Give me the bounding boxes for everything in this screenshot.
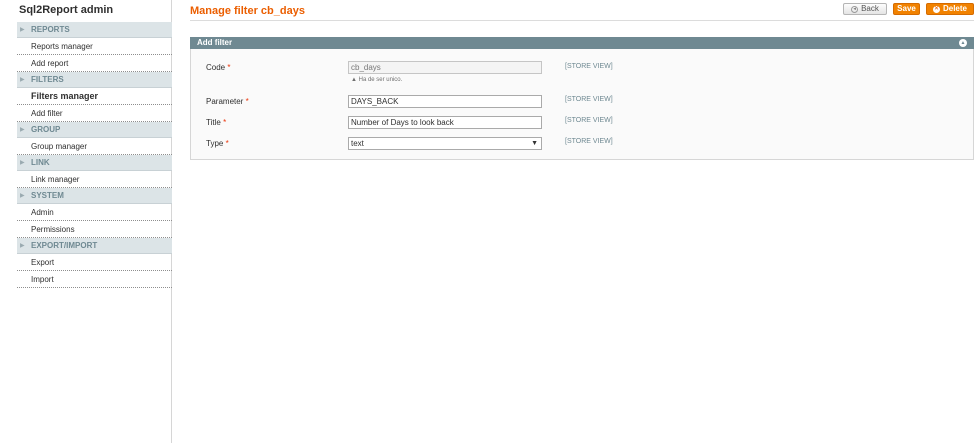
sidebar-section-group[interactable]: ▶ GROUP bbox=[17, 122, 172, 138]
sidebar-section-link[interactable]: ▶ LINK bbox=[17, 155, 172, 171]
title-scope: [STORE VIEW] bbox=[565, 117, 613, 124]
header-divider bbox=[190, 20, 974, 21]
section-arrow-icon: ▶ bbox=[20, 193, 25, 199]
sidebar-section-label: EXPORT/IMPORT bbox=[31, 241, 98, 250]
section-arrow-icon: ▶ bbox=[20, 243, 25, 249]
type-select[interactable]: text ▼ bbox=[348, 137, 542, 150]
sidebar-item-import[interactable]: Import bbox=[17, 271, 172, 288]
sidebar-item-group-manager[interactable]: Group manager bbox=[17, 138, 172, 155]
sidebar-section-system[interactable]: ▶ SYSTEM bbox=[17, 188, 172, 204]
sidebar-section-reports[interactable]: ▶ REPORTS bbox=[17, 22, 172, 38]
save-button[interactable]: Save bbox=[893, 3, 920, 15]
sidebar-section-export-import[interactable]: ▶ EXPORT/IMPORT bbox=[17, 238, 172, 254]
type-select-value: text bbox=[351, 139, 364, 148]
fieldset-header: Add filter ▲ bbox=[190, 37, 974, 49]
code-scope: [STORE VIEW] bbox=[565, 63, 613, 70]
save-button-label: Save bbox=[897, 4, 916, 13]
fieldset-body: Code * cb_days ▲ Ha de ser unico. [STORE… bbox=[190, 49, 974, 160]
title-label: Title * bbox=[206, 118, 227, 127]
title-field[interactable]: Number of Days to look back bbox=[348, 116, 542, 129]
sidebar-menu: ▶ REPORTS Reports manager Add report ▶ FIL… bbox=[17, 22, 172, 288]
code-label: Code * bbox=[206, 63, 231, 72]
code-note: ▲ Ha de ser unico. bbox=[351, 77, 403, 83]
header-actions: ◂ Back Save ✕ Delete bbox=[843, 3, 974, 15]
fieldset-title: Add filter bbox=[197, 38, 233, 47]
sidebar-item-add-filter[interactable]: Add filter bbox=[17, 105, 172, 122]
page-title: Manage filter cb_days bbox=[190, 5, 305, 17]
type-scope: [STORE VIEW] bbox=[565, 138, 613, 145]
sidebar-item-reports-manager[interactable]: Reports manager bbox=[17, 38, 172, 55]
sidebar-section-label: FILTERS bbox=[31, 75, 64, 84]
delete-button-label: Delete bbox=[942, 4, 967, 13]
sidebar-section-filters[interactable]: ▶ FILTERS bbox=[17, 72, 172, 88]
type-label: Type * bbox=[206, 139, 229, 148]
delete-icon: ✕ bbox=[932, 5, 940, 13]
section-arrow-icon: ▶ bbox=[20, 160, 25, 166]
back-arrow-icon: ◂ bbox=[851, 5, 859, 13]
parameter-scope: [STORE VIEW] bbox=[565, 96, 613, 103]
sidebar-section-label: REPORTS bbox=[31, 25, 70, 34]
chevron-down-icon: ▼ bbox=[531, 140, 538, 147]
parameter-field[interactable]: DAYS_BACK bbox=[348, 95, 542, 108]
sidebar-item-admin[interactable]: Admin bbox=[17, 204, 172, 221]
delete-button[interactable]: ✕ Delete bbox=[926, 3, 974, 15]
app-title: Sql2Report admin bbox=[19, 4, 114, 16]
section-arrow-icon: ▶ bbox=[20, 77, 25, 83]
sidebar-item-filters-manager[interactable]: Filters manager bbox=[17, 88, 172, 105]
sidebar-section-label: LINK bbox=[31, 158, 50, 167]
code-field[interactable]: cb_days bbox=[348, 61, 542, 74]
sidebar-item-add-report[interactable]: Add report bbox=[17, 55, 172, 72]
sidebar-section-label: SYSTEM bbox=[31, 191, 64, 200]
back-button[interactable]: ◂ Back bbox=[843, 3, 887, 15]
collapse-icon[interactable]: ▲ bbox=[959, 39, 967, 47]
parameter-label: Parameter * bbox=[206, 97, 249, 106]
sidebar-item-export[interactable]: Export bbox=[17, 254, 172, 271]
sidebar-item-link-manager[interactable]: Link manager bbox=[17, 171, 172, 188]
section-arrow-icon: ▶ bbox=[20, 127, 25, 133]
sidebar: Sql2Report admin ▶ REPORTS Reports manage… bbox=[0, 0, 172, 443]
sidebar-item-permissions[interactable]: Permissions bbox=[17, 221, 172, 238]
back-button-label: Back bbox=[861, 4, 879, 13]
sidebar-section-label: GROUP bbox=[31, 125, 61, 134]
section-arrow-icon: ▶ bbox=[20, 27, 25, 33]
